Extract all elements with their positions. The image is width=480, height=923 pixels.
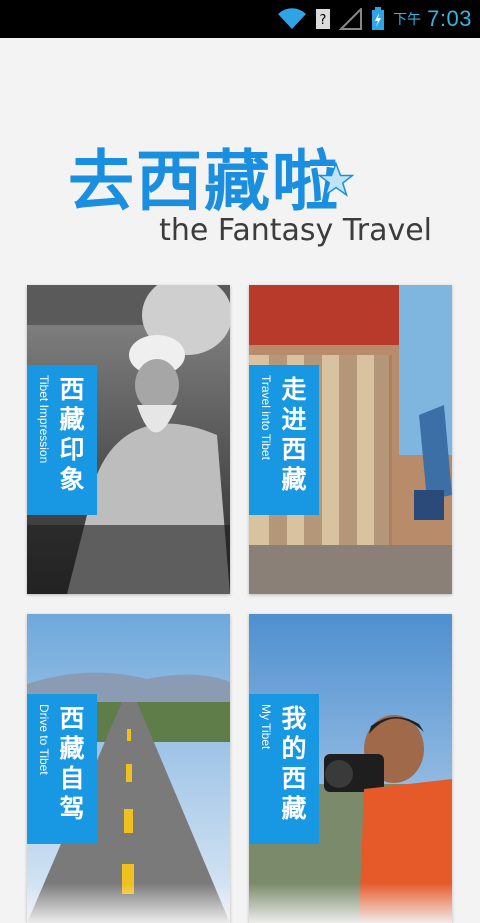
tile-tibet-impression[interactable]: Tibet Impression 西藏印象: [27, 285, 230, 594]
tile-travel-into-tibet[interactable]: Travel into Tibet 走进西藏: [249, 285, 452, 594]
tile-label-en: Drive to Tibet: [37, 704, 51, 775]
tile-label-en: My Tibet: [259, 704, 273, 750]
tile-label: Tibet Impression 西藏印象: [27, 365, 97, 515]
status-icons: ? 下午 7:03: [277, 0, 472, 38]
wifi-icon: [278, 8, 307, 29]
star-icon: [318, 162, 354, 197]
signal-icon: [339, 8, 363, 30]
logo-title: 去西藏啦: [68, 143, 340, 220]
tile-label: My Tibet 我的西藏: [249, 694, 319, 844]
status-ampm: 下午: [393, 12, 422, 28]
tile-label-cn: 西藏自驾: [59, 704, 85, 823]
tile-label: Drive to Tibet 西藏自驾: [27, 694, 97, 844]
tile-drive-to-tibet[interactable]: Drive to Tibet 西藏自驾: [27, 614, 230, 923]
tile-label-en: Travel into Tibet: [259, 375, 273, 460]
app-logo: 去西藏啦 the Fantasy Travel: [0, 118, 480, 268]
battery-charging-icon: [372, 7, 385, 30]
status-time: 7:03: [427, 6, 472, 31]
tile-label-cn: 西藏印象: [59, 375, 85, 494]
unknown-sim-icon: ?: [316, 9, 331, 29]
tile-label-en: Tibet Impression: [37, 375, 51, 464]
status-bar: ? 下午 7:03: [0, 0, 480, 38]
tile-label: Travel into Tibet 走进西藏: [249, 365, 319, 515]
tile-fade: [249, 883, 452, 923]
logo-subtitle: the Fantasy Travel: [159, 213, 432, 248]
svg-text:?: ?: [320, 13, 327, 28]
tile-label-cn: 我的西藏: [281, 704, 307, 823]
tile-fade: [27, 883, 230, 923]
tile-my-tibet[interactable]: My Tibet 我的西藏: [249, 614, 452, 923]
tile-label-cn: 走进西藏: [281, 375, 307, 494]
